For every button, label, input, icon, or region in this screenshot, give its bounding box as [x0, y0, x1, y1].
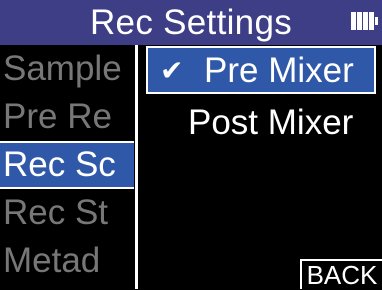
page-title: Rec Settings: [89, 3, 293, 42]
rec-settings-screen: Rec Settings Sample Pre Re Rec Sc Rec St…: [0, 0, 382, 289]
menu-item-sample[interactable]: Sample: [0, 45, 134, 93]
option-label: Post Mixer: [188, 103, 354, 142]
option-post-mixer[interactable]: Post Mixer: [146, 100, 376, 148]
menu-item-pre-rec[interactable]: Pre Re: [0, 93, 134, 141]
menu-item-rec-source[interactable]: Rec Sc: [0, 141, 134, 189]
option-pre-mixer[interactable]: ✔ Pre Mixer: [146, 46, 376, 94]
panel-divider: [135, 45, 138, 289]
menu-item-rec-stereo[interactable]: Rec St: [0, 189, 134, 237]
battery-cell: [369, 12, 374, 30]
battery-cell: [351, 12, 356, 30]
battery-cell: [363, 12, 368, 30]
menu-item-metadata[interactable]: Metad: [0, 237, 134, 285]
settings-menu: Sample Pre Re Rec Sc Rec St Metad: [0, 45, 134, 289]
header-bar: Rec Settings: [0, 0, 382, 45]
battery-cell: [357, 12, 362, 30]
check-icon: ✔: [160, 55, 184, 86]
battery-icon: [351, 12, 378, 30]
battery-tip: [375, 17, 378, 25]
back-button[interactable]: BACK: [300, 259, 382, 289]
option-label: Pre Mixer: [204, 51, 354, 90]
options-panel: ✔ Pre Mixer Post Mixer: [141, 45, 382, 289]
